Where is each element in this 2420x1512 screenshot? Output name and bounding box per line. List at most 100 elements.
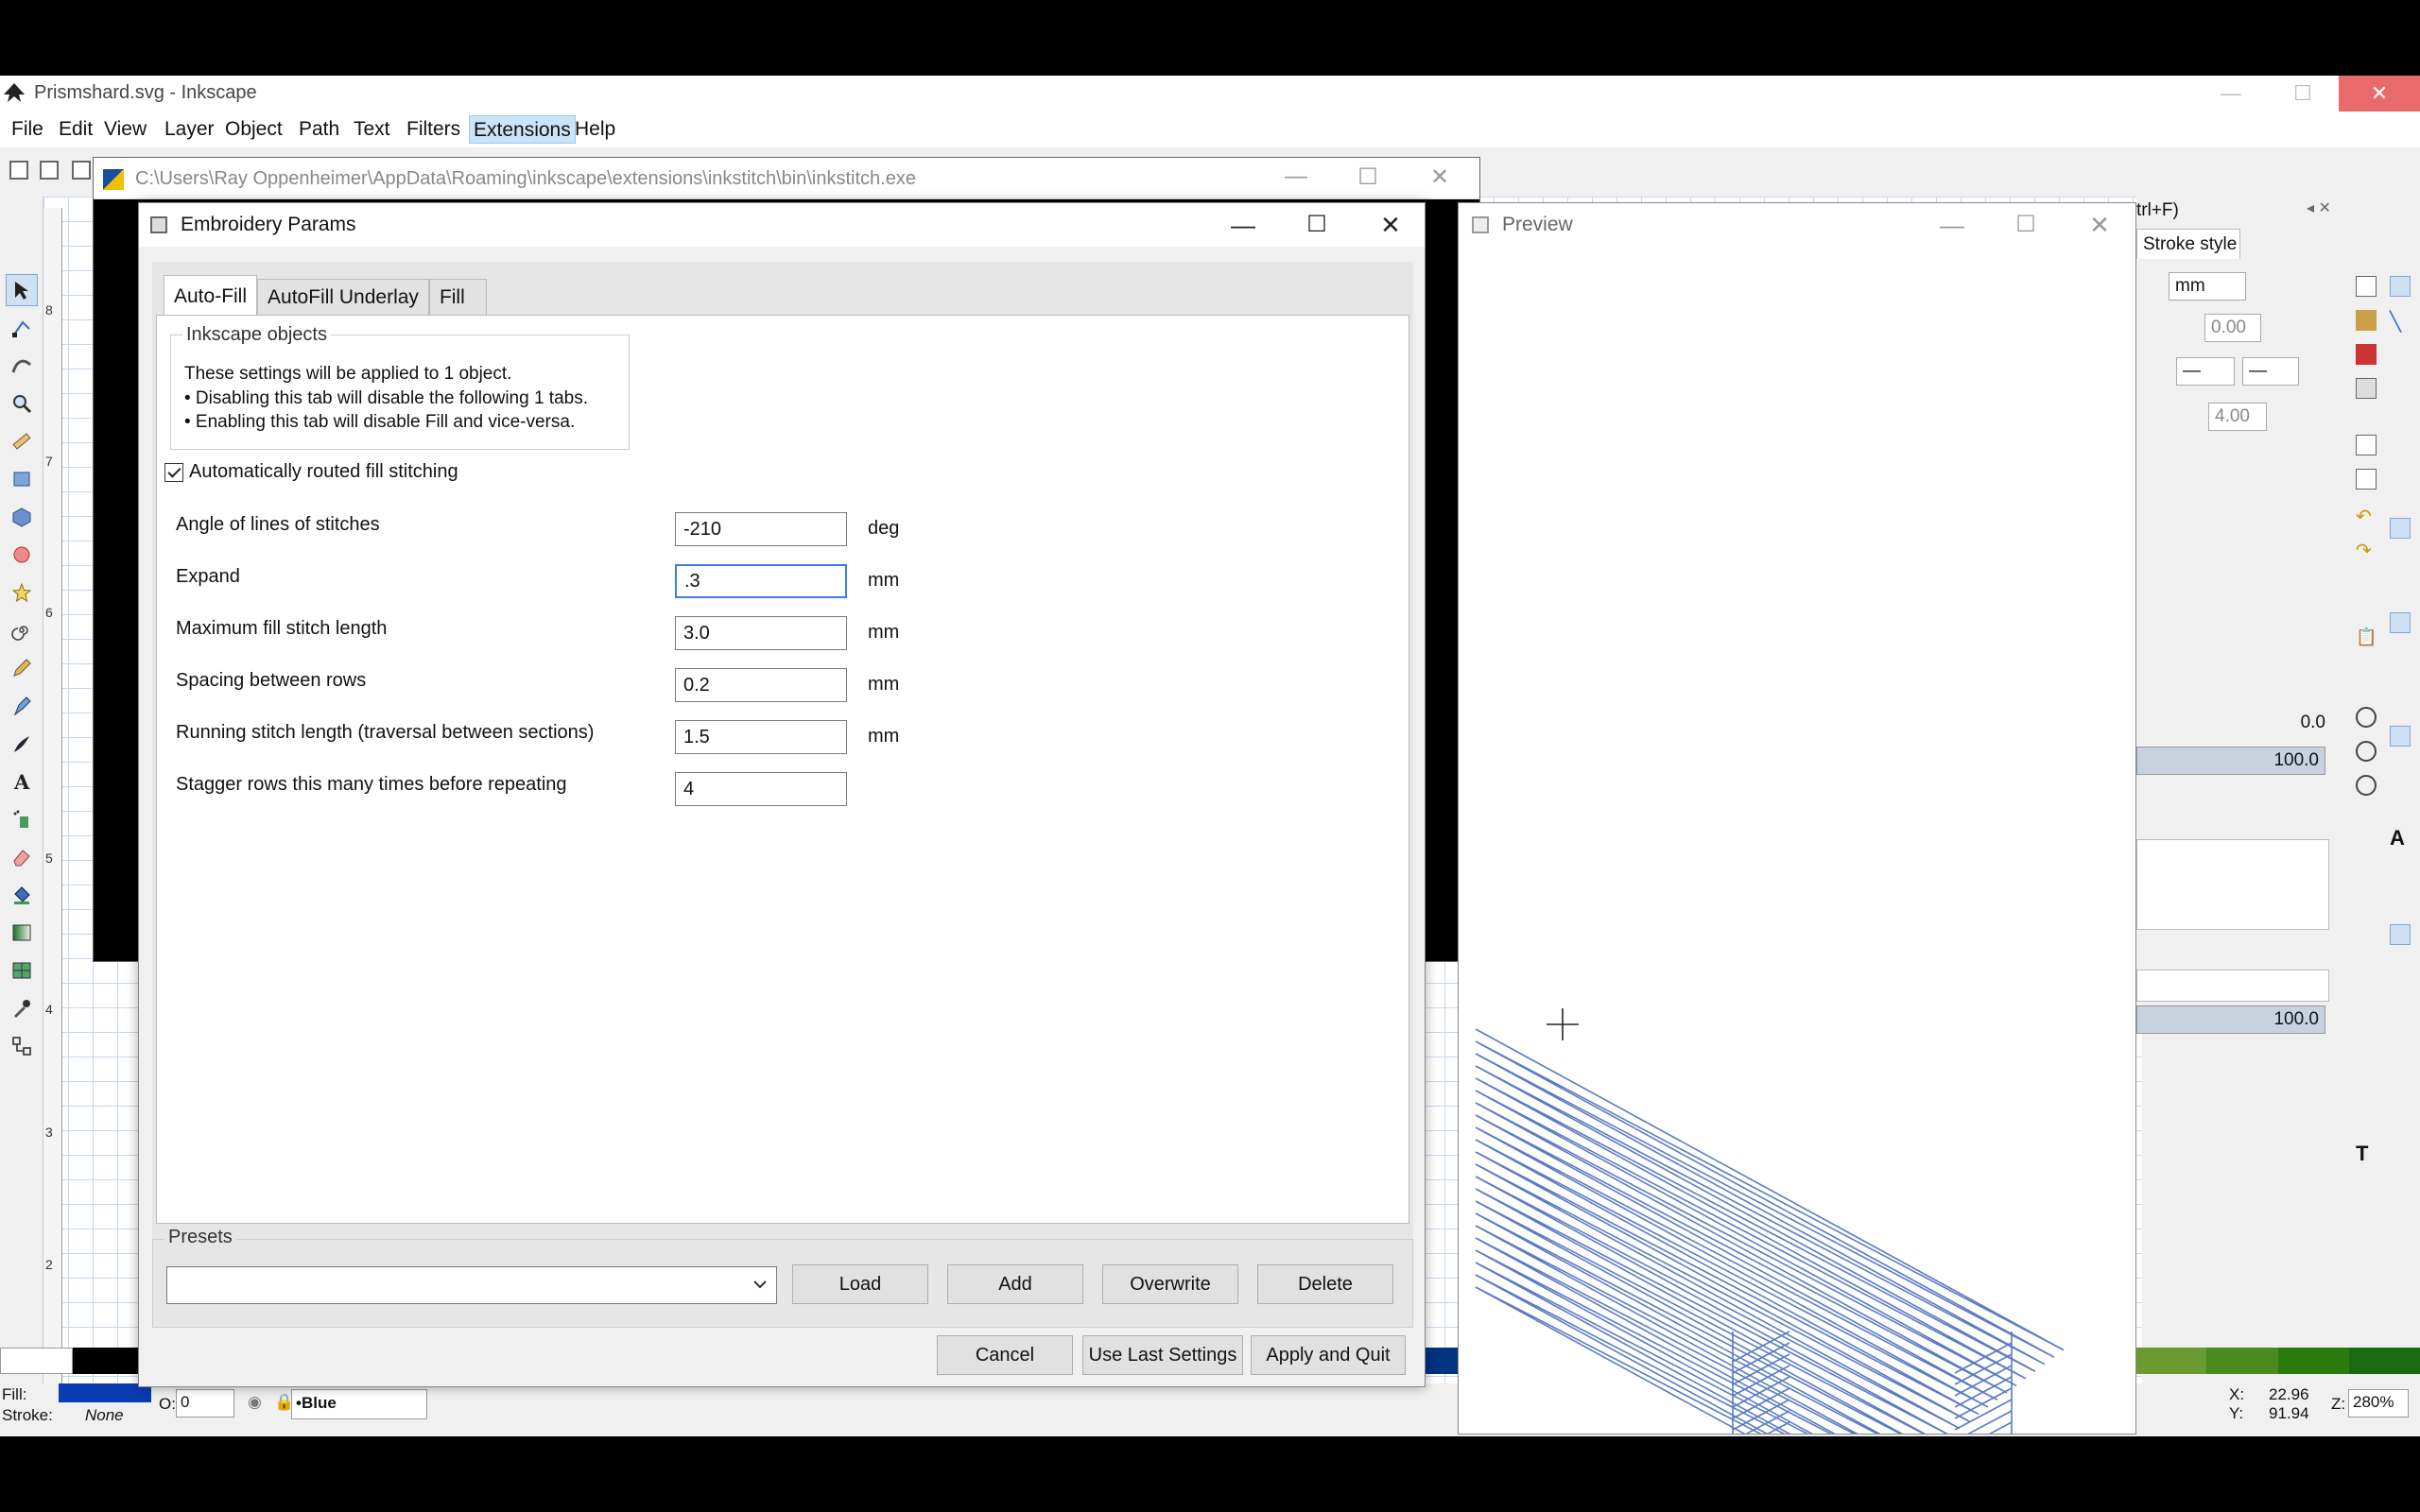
- gradient-tool-icon[interactable]: [6, 917, 38, 949]
- close-button[interactable]: ✕: [2339, 76, 2420, 112]
- load-button[interactable]: Load: [792, 1264, 928, 1304]
- export-icon[interactable]: [2356, 469, 2377, 490]
- undo-icon[interactable]: ↶: [2356, 505, 2377, 527]
- tweak-tool-icon[interactable]: [6, 350, 38, 382]
- pen-tool-icon[interactable]: [6, 690, 38, 722]
- dialog-minimize-button[interactable]: —: [1217, 207, 1270, 243]
- stroke-width-input[interactable]: 0.00: [2204, 314, 2261, 342]
- maximize-button[interactable]: ☐: [2267, 76, 2339, 112]
- open-document-icon[interactable]: [2356, 310, 2377, 331]
- zoom-selection-icon[interactable]: [2356, 707, 2377, 728]
- snap-grid-icon[interactable]: [2390, 924, 2411, 945]
- blend-select[interactable]: [2136, 970, 2329, 1002]
- print-icon[interactable]: [2356, 378, 2377, 399]
- dialog-close-button[interactable]: ✕: [1364, 207, 1417, 243]
- snap-bbox-icon[interactable]: ╲: [2390, 310, 2411, 333]
- zoom-page-icon[interactable]: [2356, 775, 2377, 796]
- max-stitch-length-input[interactable]: [675, 616, 847, 650]
- auto-route-checkbox[interactable]: [164, 462, 183, 482]
- console-close-button[interactable]: ✕: [1421, 163, 1459, 191]
- row-spacing-input[interactable]: [675, 668, 847, 702]
- layers-list[interactable]: [2136, 839, 2329, 930]
- node-tool-icon[interactable]: [6, 312, 38, 344]
- import-icon[interactable]: [2356, 435, 2377, 455]
- ellipse-tool-icon[interactable]: [6, 539, 38, 571]
- paint-bucket-tool-icon[interactable]: [6, 879, 38, 911]
- zoom-tool-icon[interactable]: [6, 387, 38, 420]
- miter-limit-input[interactable]: 4.00: [2208, 403, 2267, 431]
- expand-input[interactable]: [675, 564, 847, 598]
- menu-extensions[interactable]: Extensions: [469, 115, 576, 144]
- menu-help[interactable]: Help: [571, 115, 619, 144]
- measure-tool-icon[interactable]: [6, 425, 38, 457]
- blur-value[interactable]: 0.0: [2136, 713, 2325, 733]
- snap-toggle-icon[interactable]: [2390, 276, 2411, 297]
- dock-collapse-icon[interactable]: ◂ ✕: [2307, 198, 2331, 217]
- opacity-input[interactable]: 0: [176, 1389, 234, 1418]
- paste-icon[interactable]: 📋: [2356, 627, 2377, 648]
- snap-intersection-icon[interactable]: [2390, 726, 2411, 747]
- use-last-settings-button[interactable]: Use Last Settings: [1082, 1335, 1243, 1375]
- running-stitch-length-input[interactable]: [675, 720, 847, 754]
- preview-minimize-button[interactable]: —: [1926, 207, 1979, 243]
- menu-file[interactable]: File: [8, 115, 47, 144]
- calligraphy-tool-icon[interactable]: [6, 728, 38, 760]
- cancel-button[interactable]: Cancel: [937, 1335, 1073, 1375]
- tab-fill[interactable]: Fill: [428, 279, 487, 315]
- selector-tool-icon[interactable]: [6, 274, 38, 306]
- layer-opacity-slider[interactable]: 100.0: [2136, 1005, 2325, 1034]
- new-document-icon[interactable]: [2356, 276, 2377, 297]
- menu-view[interactable]: View: [100, 115, 150, 144]
- preset-select[interactable]: [166, 1266, 777, 1304]
- visibility-icon[interactable]: ◉: [248, 1393, 262, 1412]
- console-maximize-button[interactable]: ☐: [1349, 163, 1387, 191]
- stitch-preview-canvas[interactable]: [1459, 247, 2135, 1434]
- rectangle-tool-icon[interactable]: [6, 463, 38, 495]
- spiral-tool-icon[interactable]: [6, 614, 38, 646]
- star-tool-icon[interactable]: [6, 576, 38, 609]
- save-document-icon[interactable]: [2356, 344, 2377, 365]
- select-all-icon[interactable]: [9, 161, 28, 180]
- snap-path-icon[interactable]: [2390, 612, 2411, 633]
- palette-swatch[interactable]: [73, 1348, 145, 1374]
- tab-autofill-underlay[interactable]: AutoFill Underlay: [257, 279, 429, 315]
- delete-button[interactable]: Delete: [1257, 1264, 1393, 1304]
- add-button[interactable]: Add: [947, 1264, 1083, 1304]
- text-font-icon[interactable]: T: [2356, 1142, 2377, 1165]
- 3d-box-tool-icon[interactable]: [6, 501, 38, 533]
- marker-select[interactable]: —: [2242, 357, 2299, 386]
- tab-stroke-style[interactable]: Stroke style: [2136, 229, 2240, 259]
- zoom-input[interactable]: 280%: [2348, 1389, 2409, 1418]
- menu-edit[interactable]: Edit: [55, 115, 96, 144]
- mesh-tool-icon[interactable]: [6, 954, 38, 987]
- tab-auto-fill[interactable]: Auto-Fill: [164, 275, 258, 315]
- eraser-tool-icon[interactable]: [6, 841, 38, 873]
- console-minimize-button[interactable]: —: [1277, 163, 1315, 190]
- select-all-layers-icon[interactable]: [40, 161, 59, 180]
- spray-tool-icon[interactable]: [6, 803, 38, 835]
- connector-tool-icon[interactable]: [6, 1030, 38, 1062]
- menu-filters[interactable]: Filters: [403, 115, 464, 144]
- overwrite-button[interactable]: Overwrite: [1102, 1264, 1238, 1304]
- layer-select[interactable]: •Blue: [291, 1389, 427, 1419]
- zoom-drawing-icon[interactable]: [2356, 741, 2377, 762]
- menu-layer[interactable]: Layer: [161, 115, 218, 144]
- apply-and-quit-button[interactable]: Apply and Quit: [1251, 1335, 1406, 1375]
- unit-select[interactable]: mm: [2169, 272, 2246, 301]
- menu-text[interactable]: Text: [350, 115, 394, 144]
- dropper-tool-icon[interactable]: [6, 992, 38, 1024]
- angle-input[interactable]: [675, 512, 847, 546]
- auto-route-checkbox-row[interactable]: Automatically routed fill stitching: [164, 461, 458, 483]
- toggle-selection-icon[interactable]: [72, 161, 91, 180]
- opacity-slider[interactable]: 100.0: [2136, 747, 2325, 775]
- menu-object[interactable]: Object: [221, 115, 286, 144]
- stroke-value[interactable]: None: [85, 1406, 124, 1425]
- palette-none-swatch[interactable]: [0, 1348, 74, 1374]
- redo-icon[interactable]: ↷: [2356, 539, 2377, 561]
- preview-close-button[interactable]: ✕: [2073, 207, 2126, 243]
- minimize-button[interactable]: —: [2195, 76, 2267, 112]
- preview-maximize-button[interactable]: ☐: [1999, 207, 2052, 243]
- dash-select[interactable]: —: [2176, 357, 2235, 386]
- menu-path[interactable]: Path: [295, 115, 343, 144]
- snap-text-icon[interactable]: A: [2390, 826, 2411, 850]
